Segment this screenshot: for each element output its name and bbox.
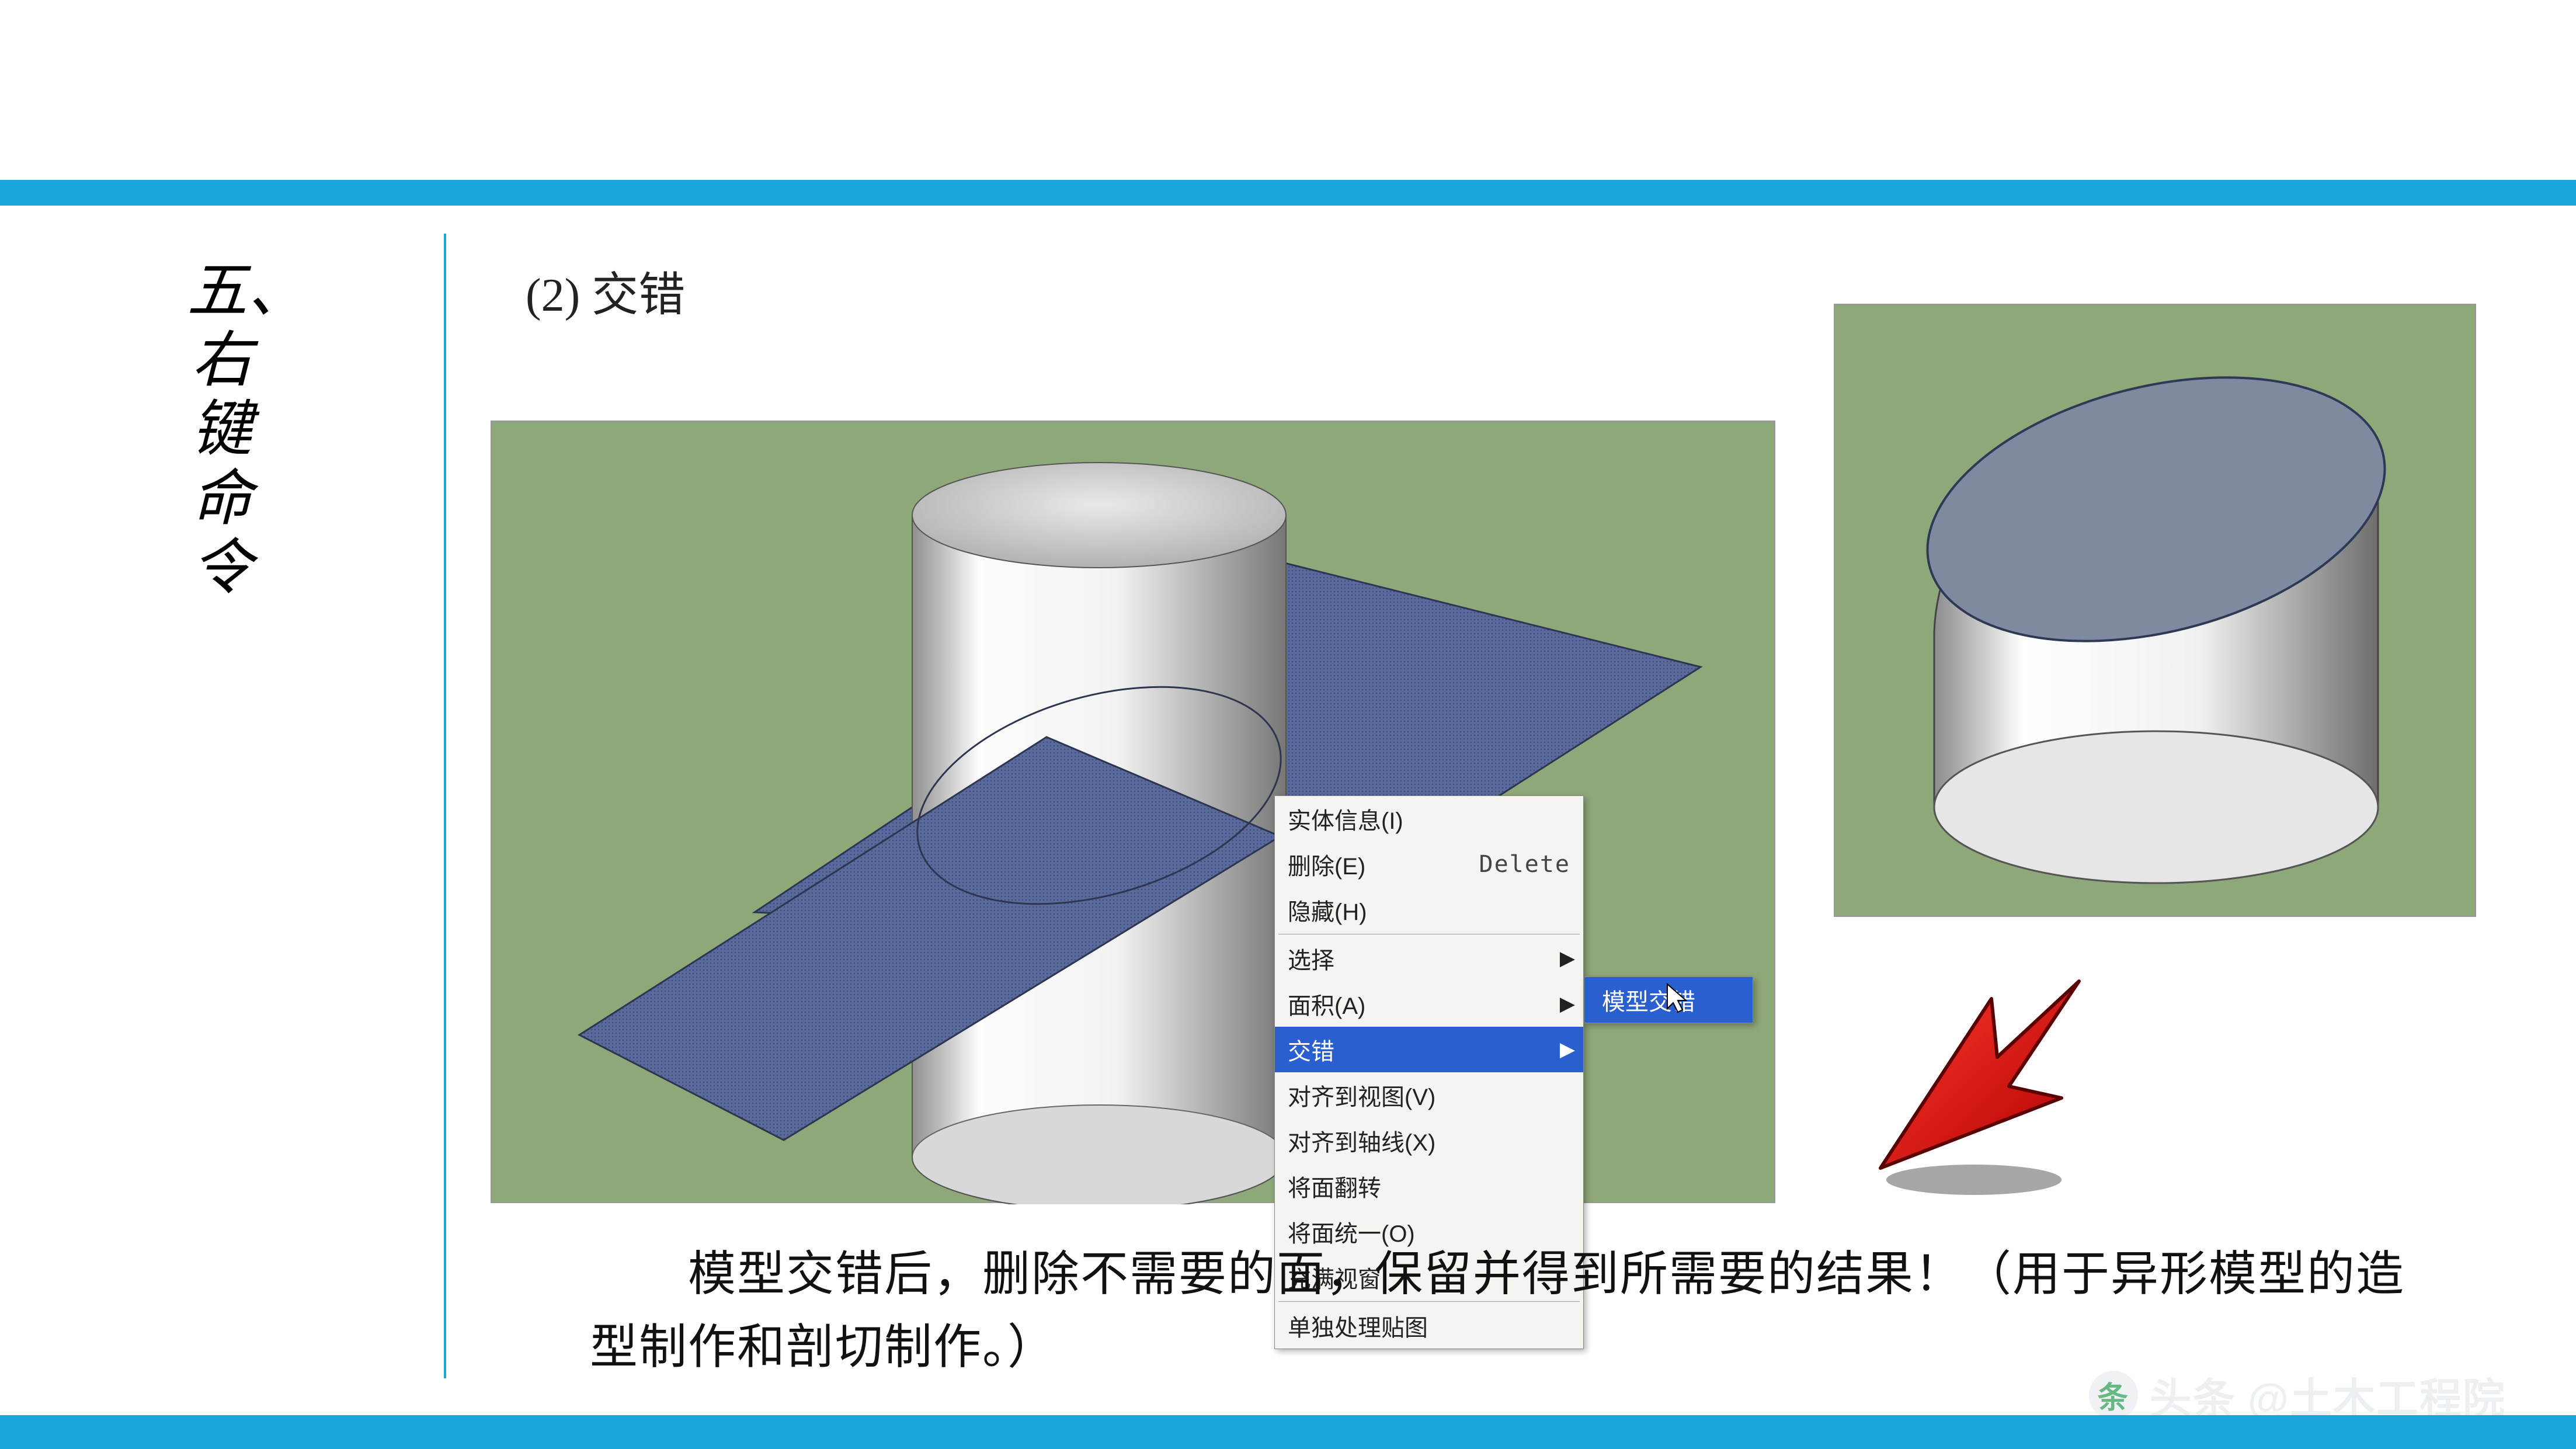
menu-item-label: 隐藏(H) bbox=[1288, 893, 1570, 927]
context-submenu[interactable]: 模型交错 bbox=[1584, 977, 1753, 1023]
top-accent-bar bbox=[0, 180, 2576, 206]
section-heading-text: 五、右键命令 bbox=[187, 258, 308, 602]
menu-item-label: 实体信息(I) bbox=[1288, 802, 1570, 836]
bottom-accent-bar bbox=[0, 1415, 2576, 1449]
explanation-text: 模型交错后，删除不需要的面，保留并得到所需要的结果！（用于异形模型的造型制作和剖… bbox=[590, 1238, 2447, 1384]
submenu-arrow-icon: ▶ bbox=[1560, 1038, 1575, 1061]
cut-cylinder-illustration bbox=[1835, 305, 2477, 918]
menu-item-select[interactable]: 选择 ▶ bbox=[1275, 936, 1583, 981]
menu-item-intersect[interactable]: 交错 ▶ bbox=[1275, 1027, 1583, 1072]
menu-item-label: 交错 bbox=[1288, 1033, 1570, 1066]
figure-intersect-result bbox=[1834, 304, 2476, 917]
mouse-cursor-icon bbox=[1666, 983, 1692, 1016]
menu-item-hide[interactable]: 隐藏(H) bbox=[1275, 887, 1583, 933]
attention-arrow-icon bbox=[1845, 958, 2091, 1203]
vertical-divider bbox=[444, 234, 446, 1378]
menu-item-label: 选择 bbox=[1288, 941, 1570, 975]
menu-item-align-view[interactable]: 对齐到视图(V) bbox=[1275, 1072, 1583, 1118]
menu-item-area[interactable]: 面积(A) ▶ bbox=[1275, 981, 1583, 1027]
menu-item-label: 删除(E) bbox=[1288, 847, 1444, 881]
menu-item-label: 面积(A) bbox=[1288, 987, 1570, 1021]
menu-item-delete[interactable]: 删除(E) Delete bbox=[1275, 842, 1583, 887]
submenu-arrow-icon: ▶ bbox=[1560, 992, 1575, 1016]
figure-intersect-before: 实体信息(I) 删除(E) Delete 隐藏(H) 选择 ▶ 面积(A) ▶ … bbox=[491, 421, 1775, 1203]
menu-item-align-axis[interactable]: 对齐到轴线(X) bbox=[1275, 1118, 1583, 1163]
menu-item-label: 对齐到轴线(X) bbox=[1288, 1124, 1570, 1158]
menu-item-label: 对齐到视图(V) bbox=[1288, 1078, 1570, 1112]
menu-item-entity-info[interactable]: 实体信息(I) bbox=[1275, 796, 1583, 842]
subsection-title: (2) 交错 bbox=[526, 257, 685, 325]
cylinder-with-plane-illustration bbox=[492, 422, 1777, 1204]
submenu-arrow-icon: ▶ bbox=[1560, 947, 1575, 970]
menu-item-label: 将面翻转 bbox=[1288, 1169, 1570, 1203]
menu-item-shortcut: Delete bbox=[1479, 851, 1571, 878]
section-heading-vertical: 五、右键命令 bbox=[187, 257, 257, 603]
watermark-logo-icon: 条 bbox=[2089, 1371, 2138, 1420]
menu-item-reverse-face[interactable]: 将面翻转 bbox=[1275, 1163, 1583, 1209]
